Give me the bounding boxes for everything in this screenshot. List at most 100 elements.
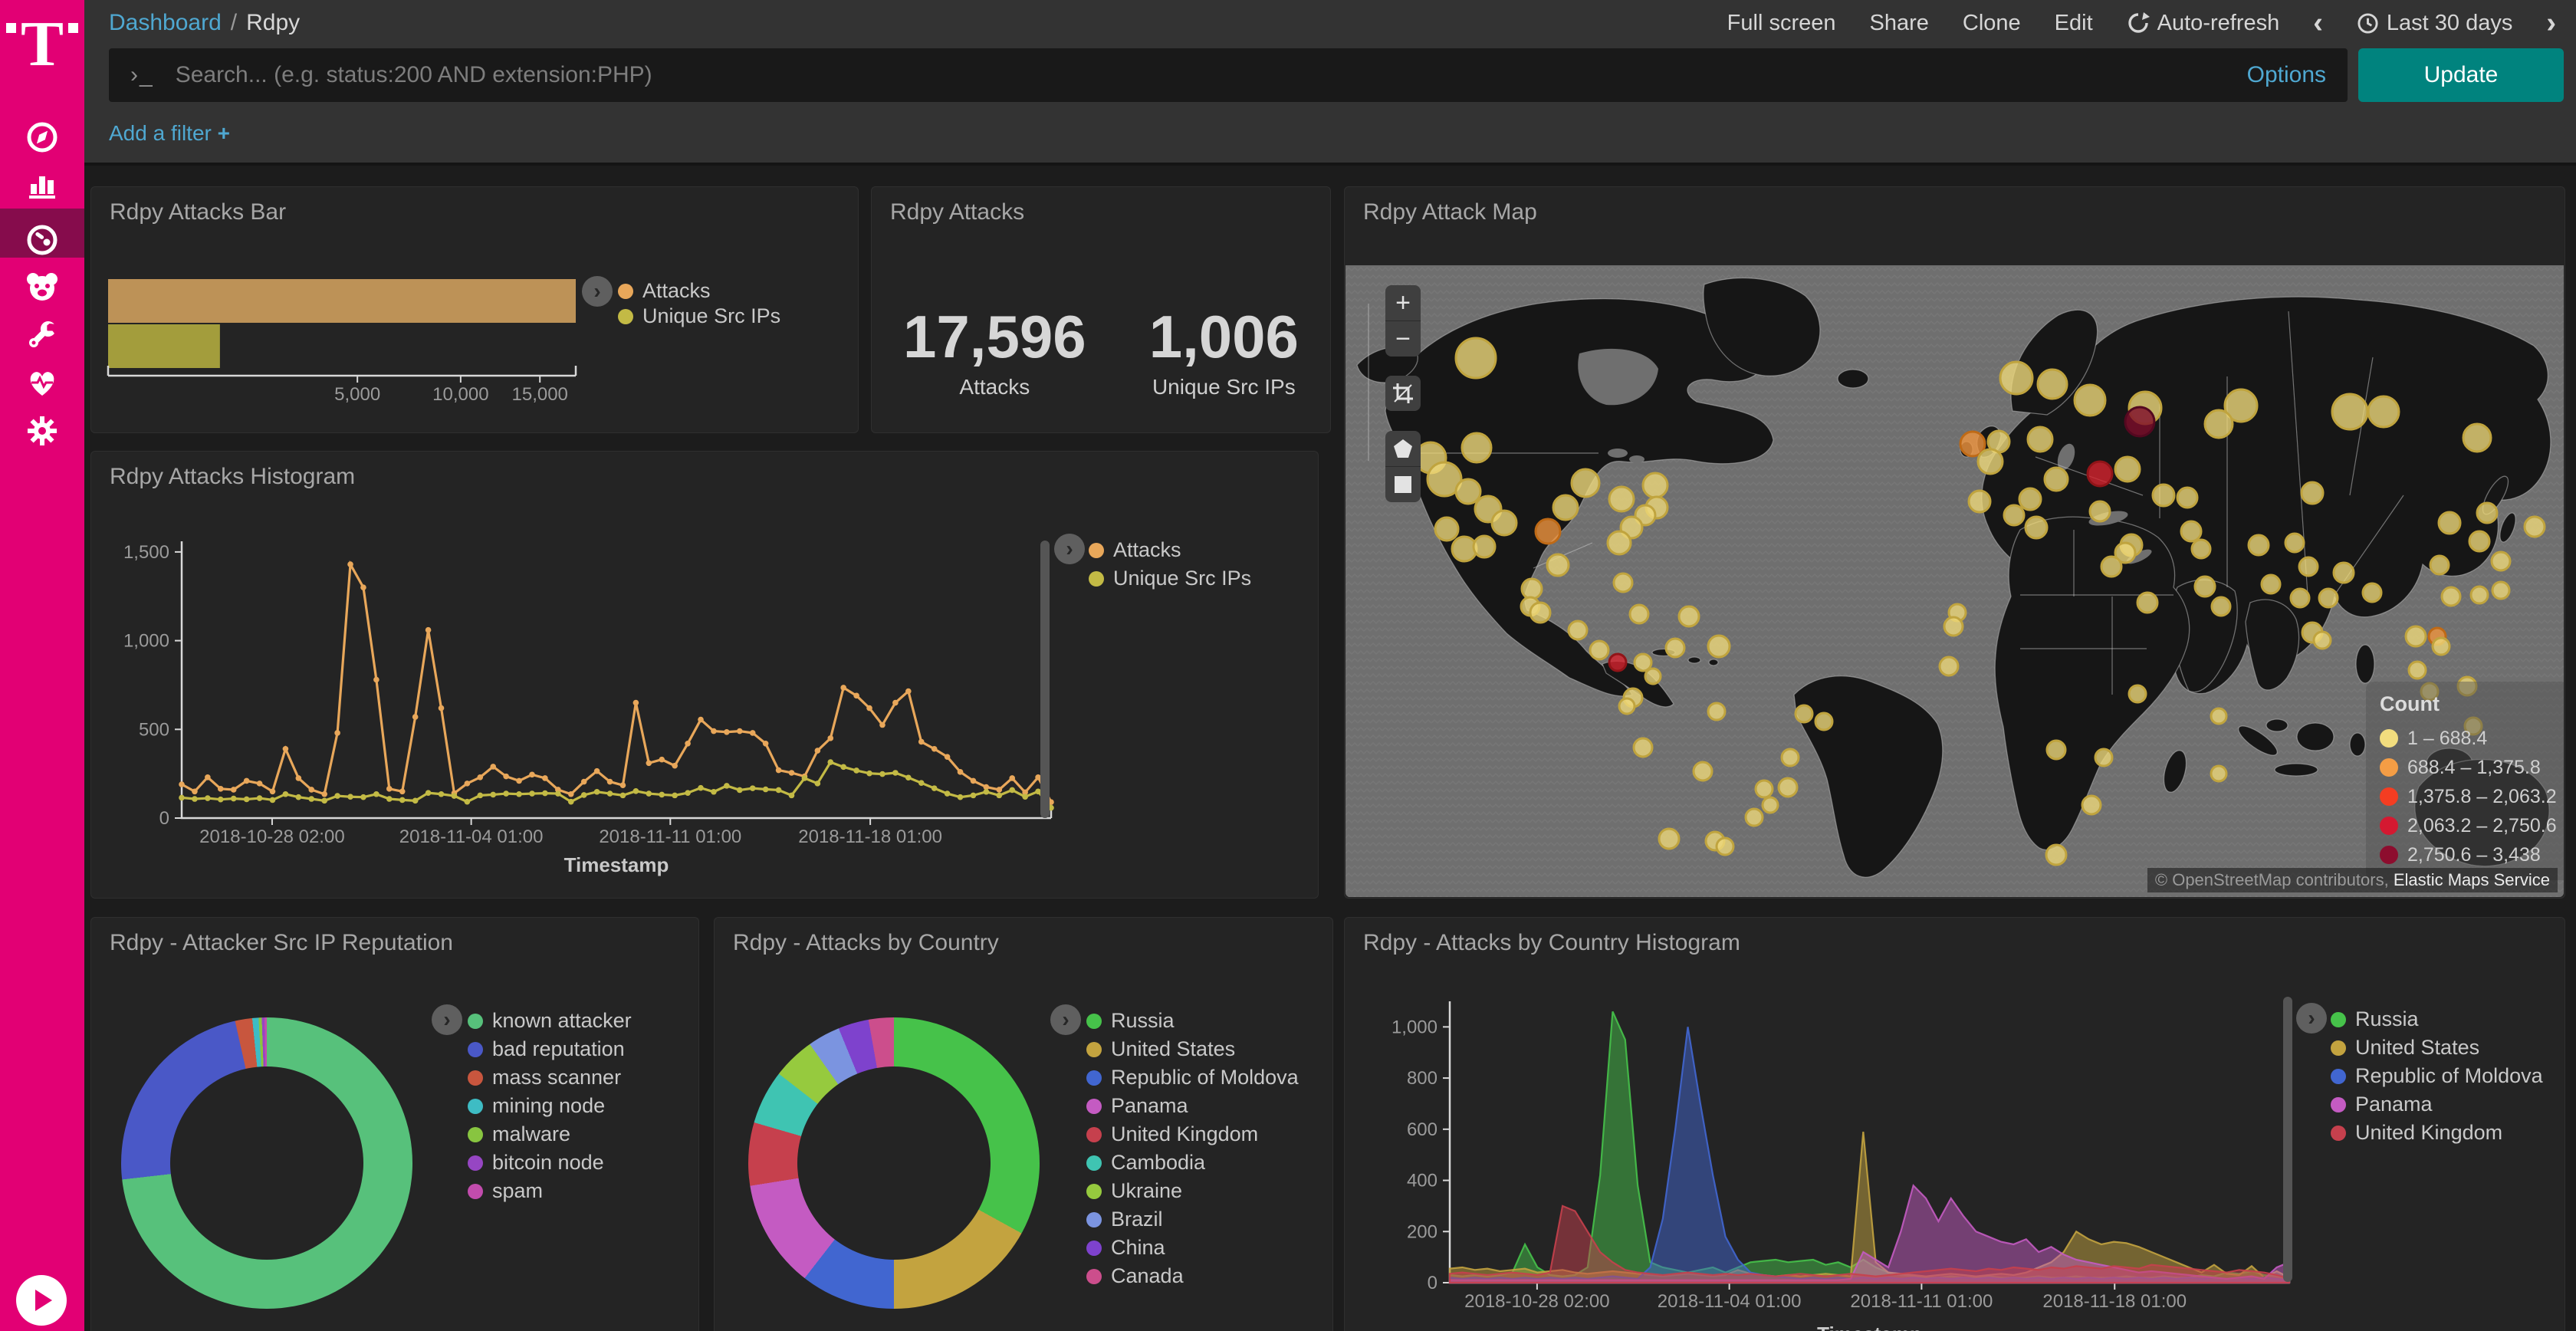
panel-title: Rdpy Attacks [890,199,1024,225]
legend-item[interactable]: United Kingdom [1086,1120,1299,1149]
area-chart-legend[interactable]: Russia United StatesRepublic of MoldovaPa… [2331,1005,2543,1147]
legend-dot-icon [2380,729,2398,748]
auto-refresh-button[interactable]: Auto-refresh [2127,11,2280,36]
update-button[interactable]: Update [2358,48,2564,102]
full-screen-button[interactable]: Full screen [1727,11,1836,36]
svg-text:1,500: 1,500 [123,542,169,563]
svg-text:2018-11-04 01:00: 2018-11-04 01:00 [1658,1291,1802,1312]
legend-item[interactable]: Canada [1086,1262,1299,1290]
metric-label: Attacks [903,375,1086,399]
legend-expand-button[interactable]: › [1054,534,1085,564]
rectangle-tool-icon[interactable] [1385,467,1421,502]
telekom-logo[interactable]: T [0,17,84,90]
sidebar-item-management[interactable] [0,406,84,455]
map-attribution: © OpenStreetMap contributors, Elastic Ma… [2147,868,2558,892]
legend-item[interactable]: spam [468,1177,632,1205]
filter-bar: Add a filter + [84,104,2576,166]
bar-chart-legend[interactable]: AttacksUnique Src IPs [618,278,780,329]
legend-item[interactable]: Attacks [618,278,780,304]
legend-item[interactable]: bad reputation [468,1035,632,1063]
sidebar-item-visualize[interactable] [0,160,84,209]
chart-scrollbar[interactable] [1040,541,1050,818]
legend-item[interactable]: mass scanner [468,1063,632,1092]
legend-expand-button[interactable]: › [1050,1004,1081,1035]
legend-item[interactable]: bitcoin node [468,1149,632,1177]
chart-scrollbar[interactable] [2283,997,2292,1282]
svg-text:Timestamp: Timestamp [1817,1323,1922,1331]
clone-button[interactable]: Clone [1963,11,2021,36]
zoom-out-button[interactable]: − [1385,321,1421,357]
legend-item[interactable]: United Kingdom [2331,1119,2543,1147]
time-range-picker[interactable]: Last 30 days [2357,11,2512,36]
edit-button[interactable]: Edit [2055,11,2093,36]
metric-values: 17,596 Attacks 1,006 Unique Src IPs [872,302,1330,399]
legend-expand-button[interactable]: › [2296,1003,2327,1034]
legend-item[interactable]: Russia [2331,1005,2543,1034]
legend-item[interactable]: United States [1086,1035,1299,1063]
legend-dot-icon [468,1070,483,1086]
crop-icon[interactable] [1385,376,1421,411]
sidebar-item-monitoring[interactable] [0,358,84,407]
legend-item[interactable]: Republic of Moldova [1086,1063,1299,1092]
attacks-line-chart[interactable]: 05001,0001,5002018-10-28 02:002018-11-04… [91,452,1318,898]
legend-expand-button[interactable]: › [432,1004,462,1035]
legend-item[interactable]: Attacks [1089,536,1251,564]
reputation-legend[interactable]: known attackerbad reputationmass scanner… [468,1007,632,1205]
legend-item[interactable]: Panama [2331,1090,2543,1119]
share-button[interactable]: Share [1870,11,1929,36]
legend-item[interactable]: Unique Src IPs [618,304,780,329]
query-options-link[interactable]: Options [2247,62,2326,88]
gear-icon [25,413,60,449]
country-legend[interactable]: RussiaUnited StatesRepublic of MoldovaPa… [1086,1007,1299,1290]
legend-item[interactable]: Brazil [1086,1205,1299,1234]
legend-dot-icon [2331,1126,2346,1141]
svg-text:2018-11-11 01:00: 2018-11-11 01:00 [1850,1291,1993,1312]
search-input[interactable]: ›_ Search... (e.g. status:200 AND extens… [109,48,2348,102]
legend-label: spam [492,1179,543,1203]
sidebar-item-dashboard[interactable] [0,215,84,265]
legend-item[interactable]: Unique Src IPs [1089,564,1251,593]
sidebar-item-apm[interactable] [0,262,84,311]
sidebar-expand-button[interactable] [16,1275,67,1326]
panel-title: Rdpy - Attacks by Country [733,930,999,956]
sidebar-item-devtools[interactable] [0,311,84,360]
map-zoom-controls: + − [1385,285,1421,357]
legend-label: Cambodia [1111,1151,1205,1175]
time-back-button[interactable]: ‹ [2313,12,2323,35]
legend-label: Russia [2355,1007,2419,1031]
polygon-tool-icon[interactable] [1385,431,1421,467]
dashboard-gauge-icon [25,222,60,258]
elastic-maps-service-link[interactable]: Elastic Maps Service [2394,870,2550,889]
line-chart-legend[interactable]: AttacksUnique Src IPs [1089,536,1251,593]
world-map[interactable]: + − Count [1346,265,2564,897]
legend-item[interactable]: malware [468,1120,632,1149]
legend-dot-icon [468,1014,483,1029]
legend-item[interactable]: mining node [468,1092,632,1120]
svg-text:2018-11-18 01:00: 2018-11-18 01:00 [798,827,942,847]
legend-dot-icon [1086,1127,1102,1142]
legend-item[interactable]: Ukraine [1086,1177,1299,1205]
legend-dot-icon [2331,1097,2346,1112]
legend-dot-icon [2331,1069,2346,1084]
time-forward-button[interactable]: › [2546,12,2556,35]
legend-dot-icon [1086,1070,1102,1086]
legend-item[interactable]: Panama [1086,1092,1299,1120]
play-arrow-icon [35,1290,52,1311]
sidebar-item-discover[interactable] [0,113,84,162]
breadcrumb-current: Rdpy [246,10,300,36]
zoom-in-button[interactable]: + [1385,285,1421,321]
legend-item[interactable]: China [1086,1234,1299,1262]
legend-item[interactable]: known attacker [468,1007,632,1035]
legend-dot-icon [2331,1040,2346,1056]
breadcrumb-dashboard-link[interactable]: Dashboard [109,10,222,36]
legend-item[interactable]: Republic of Moldova [2331,1062,2543,1090]
legend-item[interactable]: Russia [1086,1007,1299,1035]
legend-item[interactable]: Cambodia [1086,1149,1299,1177]
legend-dot-icon [2380,846,2398,864]
legend-label: bad reputation [492,1037,625,1061]
legend-expand-button[interactable]: › [582,276,613,307]
legend-dot-icon [1089,543,1104,558]
add-filter-link[interactable]: Add a filter + [109,121,230,146]
legend-item[interactable]: United States [2331,1034,2543,1062]
legend-dot-icon [468,1099,483,1114]
